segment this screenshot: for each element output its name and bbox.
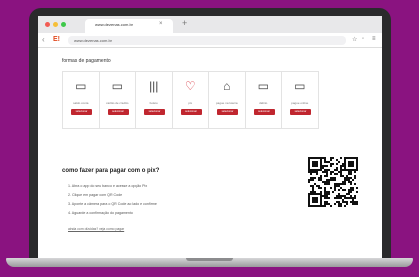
tab-bar: www.dezenas.com.br × + [38,16,382,33]
url-input[interactable]: www.dezenas.com.br [68,36,346,45]
help-link[interactable]: ainda com dúvidas? veja como pagar [68,227,124,231]
payment-method-label: pague online [291,101,309,105]
select-method-button[interactable]: selecionar [71,109,92,115]
payment-method-card[interactable]: ⌂ pague na loteria selecionar [208,71,246,129]
how-to-pay-title: como fazer para pagar com o pix? [62,168,160,174]
step-item: 1. Abra o app do seu banco e acesse a op… [68,184,148,188]
extension-icon[interactable]: ◦ [362,36,364,42]
payment-method-card[interactable]: ♡ pix selecionar [171,71,209,129]
select-method-button[interactable]: selecionar [107,109,129,115]
tab-close-icon[interactable]: × [159,21,163,27]
select-method-button[interactable]: selecionar [290,109,311,115]
maximize-window-dot[interactable] [61,22,66,27]
step-item: 2. Clique em pagar com QR Code [68,193,123,197]
barcode-icon: ||| [149,79,159,93]
payment-method-card[interactable]: ▭ cartão de crédito selecionar [98,71,136,129]
payment-methods: ▭ saldo conta selecionar ▭ cartão de crédito… [62,71,362,129]
payment-method-label: saldo conta [73,101,89,105]
payment-method-card[interactable]: ▭ saldo conta selecionar [62,71,100,129]
minimize-window-dot[interactable] [53,22,58,27]
laptop-base [6,258,413,267]
menu-icon[interactable]: ≡ [372,36,376,42]
tab-title: www.dezenas.com.br [95,22,134,27]
address-bar: ‹ E! www.dezenas.com.br ☆ ◦ ≡ [38,33,382,48]
payment-method-card[interactable]: ▭ débito selecionar [244,71,282,129]
bookmark-icon[interactable]: ☆ [352,36,357,43]
qr-code [308,157,358,207]
payment-method-label: cartão de crédito [106,101,129,105]
payment-method-card[interactable]: ||| boleto selecionar [135,71,173,129]
browser-tab[interactable]: www.dezenas.com.br × [85,19,173,33]
payment-method-label: pix [188,101,193,105]
wallet-icon: ▭ [294,79,306,93]
step-item: 3. Aponte a câmera para o QR Code ao lad… [68,202,157,206]
payment-method-card[interactable]: ▭ pague online selecionar [281,71,319,129]
select-method-button[interactable]: selecionar [253,109,275,115]
browser-window: www.dezenas.com.br × + ‹ E! www.dezenas.… [38,16,382,258]
heart-icon: ♡ [184,79,196,93]
back-icon[interactable]: ‹ [42,35,45,44]
new-tab-icon[interactable]: + [182,18,187,28]
house-icon: ⌂ [223,79,231,93]
boleto-card-icon: ▭ [75,79,87,93]
steps-list: 1. Abra o app do seu banco e acesse a op… [68,182,157,218]
payment-method-label: pague na loteria [215,101,238,105]
payment-section-title: formas de pagamento [62,58,111,64]
laptop-notch [186,258,233,261]
payment-method-label: débito [259,101,268,105]
payment-method-label: boleto [149,101,158,105]
close-window-dot[interactable] [45,22,50,27]
credit-card-icon: ▭ [111,79,123,93]
select-method-button[interactable]: selecionar [217,109,238,115]
url-text: www.dezenas.com.br [74,38,113,43]
step-item: 4. Aguarde a confirmação do pagamento [68,211,133,215]
site-logo: E! [53,36,60,43]
card-icon: ▭ [257,79,269,93]
select-method-button[interactable]: selecionar [144,109,165,115]
select-method-button[interactable]: selecionar [180,109,202,115]
